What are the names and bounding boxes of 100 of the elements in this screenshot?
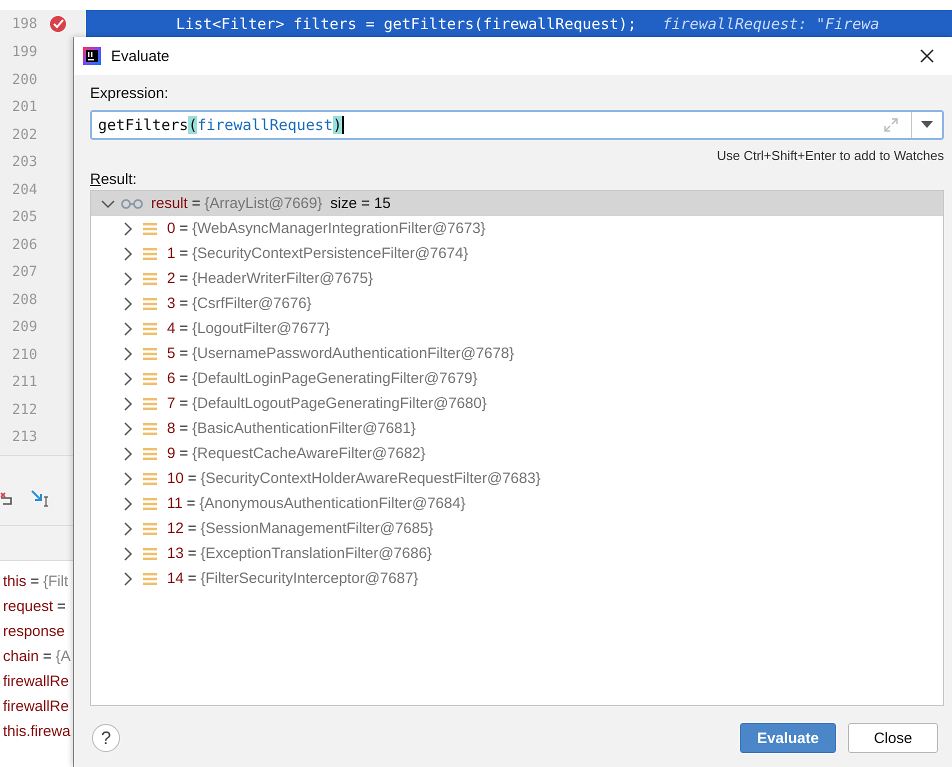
chevron-icon[interactable]: [123, 372, 133, 386]
tree-row[interactable]: 4 = {LogoutFilter@7677}: [91, 316, 943, 341]
inline-value-hint: firewallRequest: "Firewa: [662, 14, 880, 32]
dropdown-arrow-icon: [921, 121, 933, 129]
list-icon: [143, 546, 157, 560]
tree-row-text: 5 = {UsernamePasswordAuthenticationFilter@7678}: [167, 345, 514, 362]
chevron-icon[interactable]: [123, 272, 133, 286]
chevron-icon[interactable]: [123, 246, 133, 260]
list-icon: [143, 222, 157, 236]
tree-row-text: 6 = {DefaultLoginPageGeneratingFilter@7679}: [167, 370, 478, 387]
tree-row[interactable]: 10 = {SecurityContextHolderAwareRequestFilter@7683}: [91, 466, 943, 491]
line-number: 204: [12, 180, 38, 200]
tree-row-text: 10 = {SecurityContextHolderAwareRequestFilter@7683}: [167, 470, 541, 487]
watches-hint: Use Ctrl+Shift+Enter to add to Watches: [716, 148, 944, 163]
line-number: 212: [12, 400, 38, 420]
list-icon: [143, 322, 157, 336]
chevron-icon[interactable]: [123, 496, 133, 510]
app-logo-icon: [83, 47, 101, 65]
list-icon: [143, 496, 157, 510]
list-icon: [143, 372, 157, 386]
line-number: 201: [12, 98, 38, 117]
list-icon: [143, 422, 157, 436]
tree-row-text: 7 = {DefaultLogoutPageGeneratingFilter@7680}: [167, 395, 487, 412]
tree-row[interactable]: result = {ArrayList@7669} size = 15: [91, 191, 943, 216]
chevron-icon[interactable]: [123, 396, 133, 410]
variable-row[interactable]: response: [0, 619, 73, 644]
chevron-icon[interactable]: [123, 296, 133, 310]
result-label: Result:: [90, 171, 138, 188]
line-number: 200: [12, 70, 38, 90]
tree-row-text: 14 = {FilterSecurityInterceptor@7687}: [167, 570, 418, 587]
list-icon: [143, 522, 157, 536]
list-icon: [143, 346, 157, 360]
dialog-title: Evaluate: [111, 48, 170, 64]
list-icon: [143, 572, 157, 586]
tree-row[interactable]: 3 = {CsrfFilter@7676}: [91, 291, 943, 316]
tree-row-text: 12 = {SessionManagementFilter@7685}: [167, 520, 434, 537]
evaluate-button[interactable]: Evaluate: [740, 723, 836, 753]
variable-row[interactable]: firewallRe: [0, 694, 73, 719]
list-icon: [143, 272, 157, 286]
list-icon: [143, 446, 157, 460]
line-number: 210: [12, 346, 38, 364]
line-number: 198: [12, 16, 38, 32]
tree-row-text: 2 = {HeaderWriterFilter@7675}: [167, 270, 373, 287]
tree-row-text: 9 = {RequestCacheAwareFilter@7682}: [167, 445, 426, 462]
line-number: 209: [12, 318, 38, 337]
tree-row[interactable]: 14 = {FilterSecurityInterceptor@7687}: [91, 566, 943, 591]
line-number: 206: [12, 236, 38, 254]
tree-row-text: 8 = {BasicAuthenticationFilter@7681}: [167, 420, 416, 437]
tree-row[interactable]: 8 = {BasicAuthenticationFilter@7681}: [91, 416, 943, 441]
tree-row-text: 4 = {LogoutFilter@7677}: [167, 320, 330, 337]
list-icon: [143, 472, 157, 486]
close-button[interactable]: Close: [848, 723, 938, 753]
tree-row[interactable]: 11 = {AnonymousAuthenticationFilter@7684}: [91, 491, 943, 516]
chevron-icon[interactable]: [123, 522, 133, 536]
step-into-icon[interactable]: [30, 488, 50, 506]
breakpoint-icon[interactable]: [49, 14, 68, 32]
variable-row[interactable]: this.firewa: [0, 719, 73, 744]
help-button[interactable]: ?: [92, 724, 120, 752]
line-number: 207: [12, 263, 38, 282]
chevron-icon[interactable]: [123, 322, 133, 336]
variable-row[interactable]: firewallRe: [0, 669, 73, 694]
line-number: 208: [12, 290, 38, 310]
line-number: 205: [12, 208, 38, 227]
tree-row[interactable]: 7 = {DefaultLogoutPageGeneratingFilter@7680}: [91, 391, 943, 416]
chevron-icon[interactable]: [123, 222, 133, 236]
tree-row[interactable]: 1 = {SecurityContextPersistenceFilter@7674}: [91, 241, 943, 266]
chevron-icon[interactable]: [123, 572, 133, 586]
tree-row-text: 13 = {ExceptionTranslationFilter@7686}: [167, 545, 432, 562]
tree-row[interactable]: 12 = {SessionManagementFilter@7685}: [91, 516, 943, 541]
line-number: 202: [12, 126, 38, 144]
tree-row[interactable]: 9 = {RequestCacheAwareFilter@7682}: [91, 441, 943, 466]
line-number: 203: [12, 153, 38, 172]
close-icon[interactable]: [920, 49, 934, 63]
chevron-icon[interactable]: [123, 346, 133, 360]
tree-row-text: 1 = {SecurityContextPersistenceFilter@7674}: [167, 245, 468, 262]
expression-label: Expression:: [90, 85, 170, 102]
chevron-icon[interactable]: [123, 472, 133, 486]
tree-row-text: 11 = {AnonymousAuthenticationFilter@7684}: [167, 495, 466, 512]
list-icon: [143, 396, 157, 410]
list-icon: [143, 246, 157, 260]
chevron-icon[interactable]: [123, 546, 133, 560]
code-line: List<Filter> filters = getFilters(firewallRequest);: [176, 14, 637, 32]
variable-row[interactable]: this = {Filt: [0, 569, 73, 594]
variable-row[interactable]: request =: [0, 594, 73, 619]
tree-row[interactable]: 2 = {HeaderWriterFilter@7675}: [91, 266, 943, 291]
tree-row-text: result = {ArrayList@7669} size = 15: [151, 195, 391, 212]
line-number: 211: [12, 373, 38, 392]
tree-row[interactable]: 5 = {UsernamePasswordAuthenticationFilter@7678}: [91, 341, 943, 366]
glasses-icon: [121, 198, 143, 210]
chevron-icon[interactable]: [123, 446, 133, 460]
list-icon: [143, 296, 157, 310]
expression-input[interactable]: getFilters(firewallRequest): [90, 110, 944, 140]
tree-row-text: 3 = {CsrfFilter@7676}: [167, 295, 312, 312]
line-number: 213: [12, 428, 38, 447]
tree-row[interactable]: 13 = {ExceptionTranslationFilter@7686}: [91, 541, 943, 566]
chevron-icon[interactable]: [101, 198, 115, 208]
chevron-icon[interactable]: [123, 422, 133, 436]
variable-row[interactable]: chain = {A: [0, 644, 73, 669]
tree-row[interactable]: 0 = {WebAsyncManagerIntegrationFilter@7673}: [91, 216, 943, 241]
tree-row[interactable]: 6 = {DefaultLoginPageGeneratingFilter@7679}: [91, 366, 943, 391]
